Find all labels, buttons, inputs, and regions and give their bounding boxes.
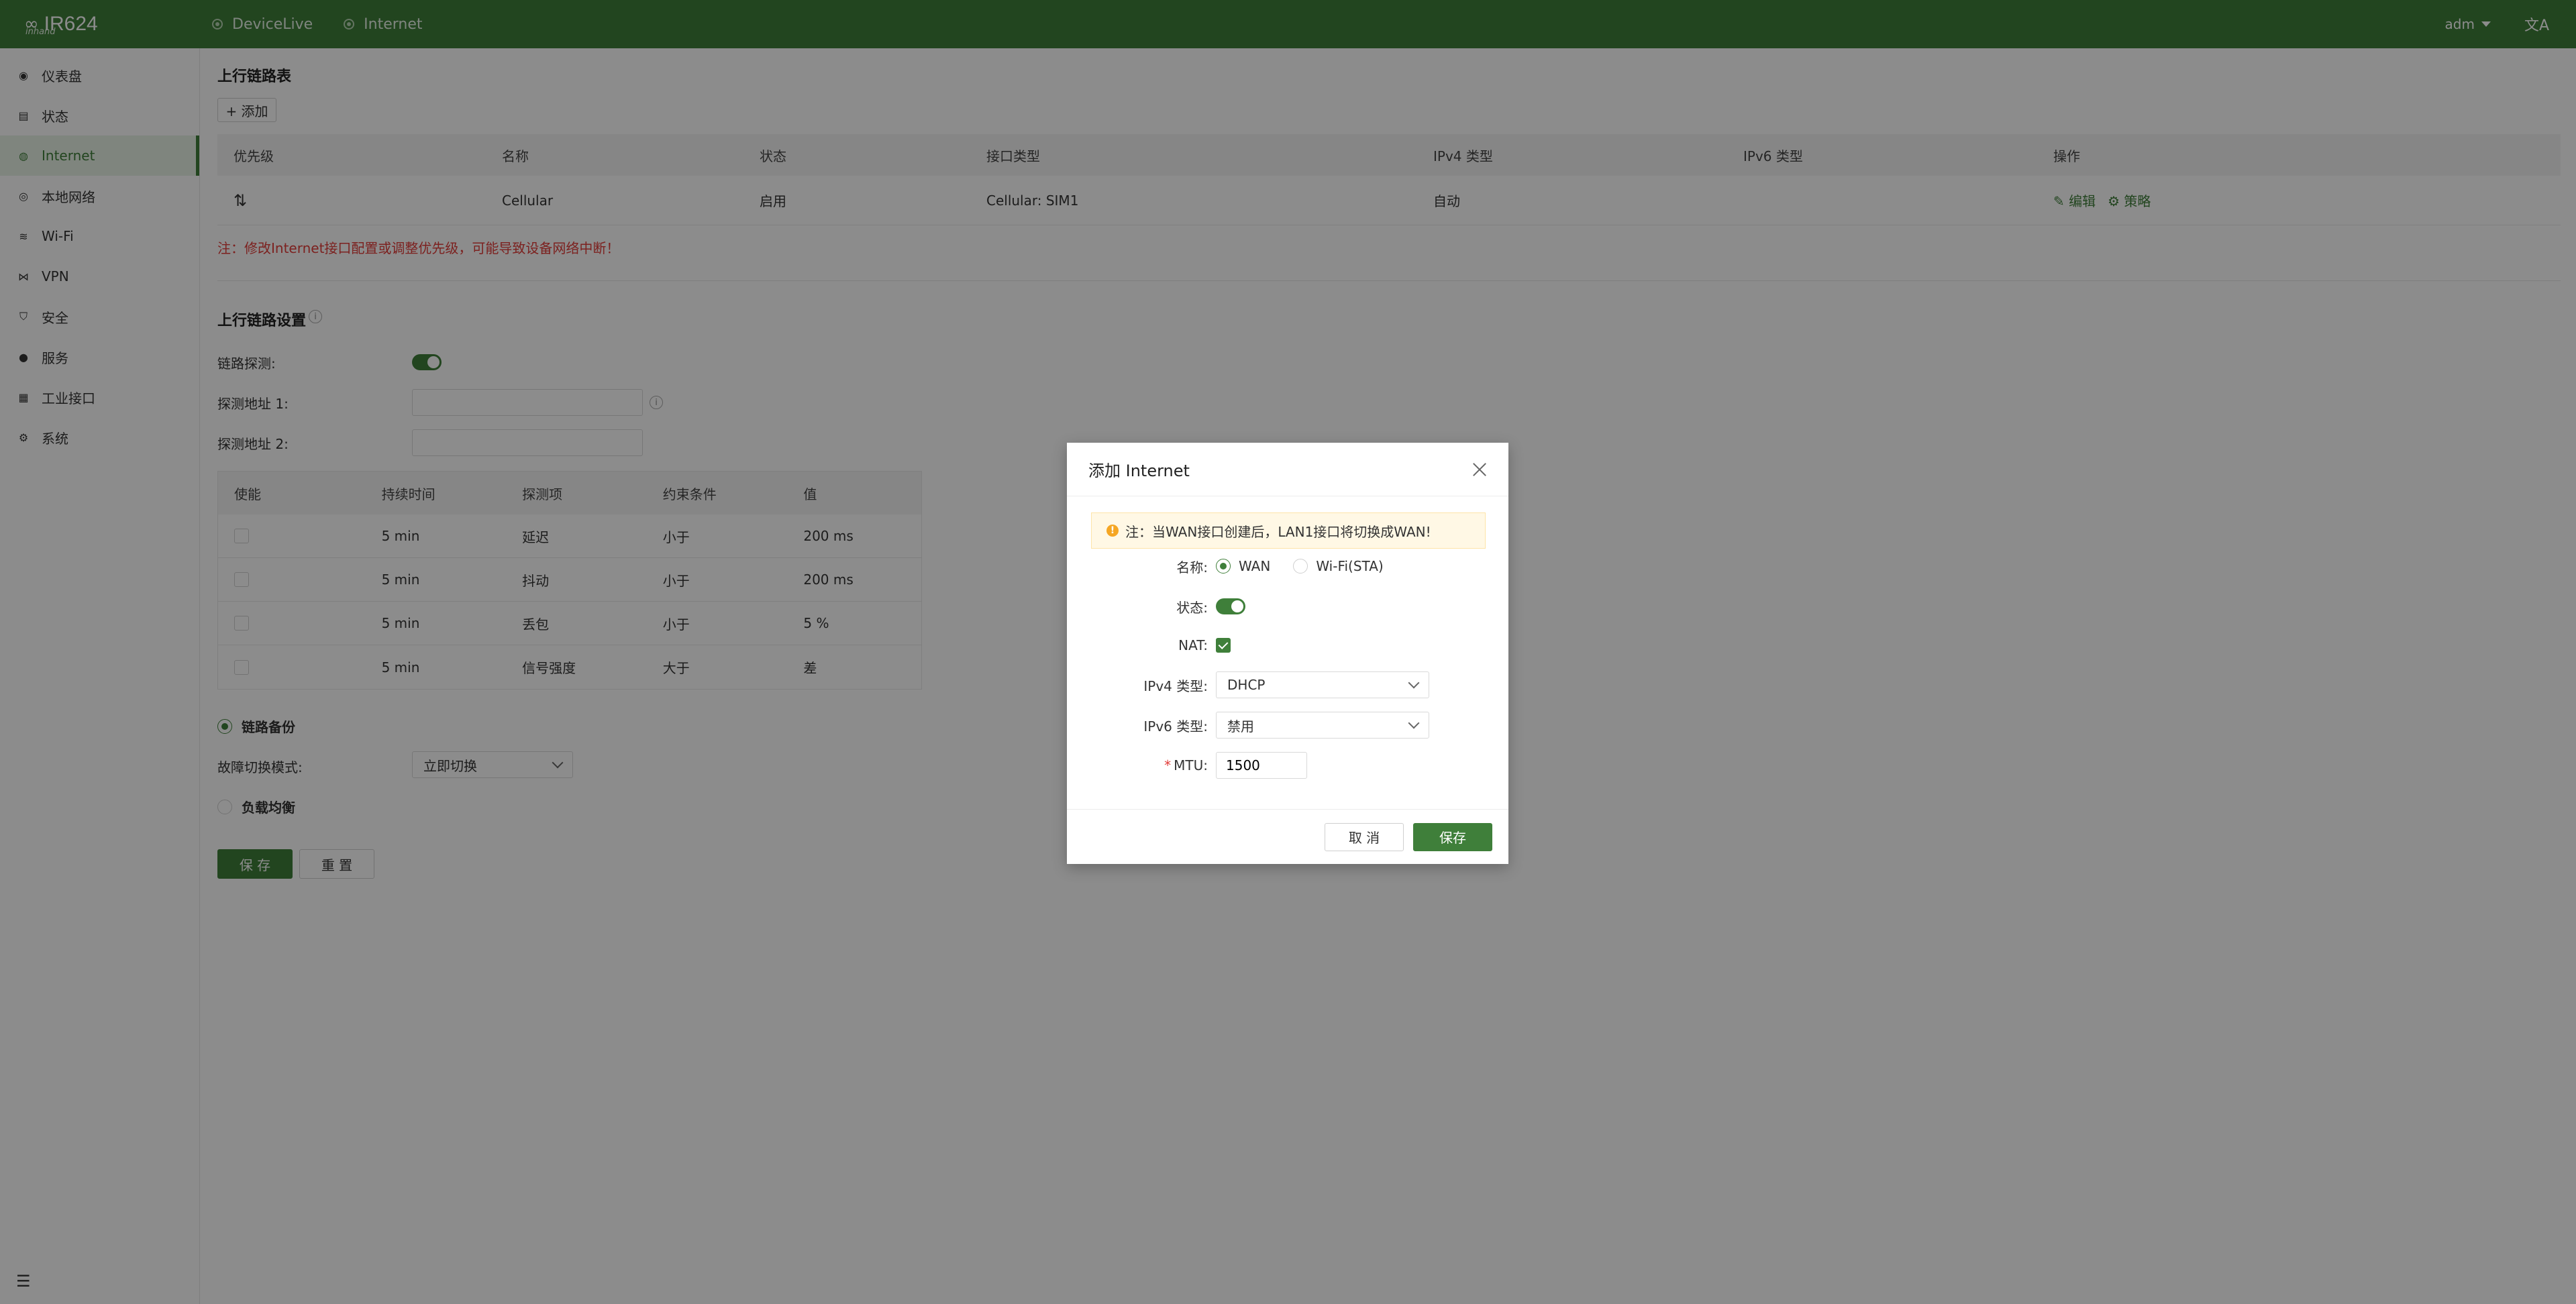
modal-footer: 取 消 保存 (1067, 809, 1508, 864)
modal-title: 添加 Internet (1088, 461, 1190, 480)
name-label: 名称: (1176, 559, 1208, 576)
ipv6-type-select[interactable]: 禁用 (1216, 712, 1429, 739)
ipv6-label: IPv6 类型: (1143, 718, 1208, 735)
warning-icon: ! (1106, 525, 1119, 537)
alert-text: 注：当WAN接口创建后，LAN1接口将切换成WAN! (1125, 523, 1431, 540)
name-row: 名称: WAN Wi-Fi(STA) (1067, 554, 1384, 578)
modal-save-button[interactable]: 保存 (1413, 822, 1492, 851)
status-row: 状态: (1067, 594, 1245, 618)
name-option-wan[interactable]: WAN (1216, 558, 1270, 574)
name-option-wifi-sta[interactable]: Wi-Fi(STA) (1293, 558, 1384, 574)
cancel-button[interactable]: 取 消 (1325, 822, 1404, 851)
ipv6-row: IPv6 类型: 禁用 (1067, 711, 1429, 739)
chevron-down-icon (1408, 717, 1420, 729)
ipv4-row: IPv4 类型: DHCP (1067, 671, 1429, 699)
wifi-sta-label: Wi-Fi(STA) (1316, 558, 1384, 574)
required-mark: * (1164, 757, 1172, 773)
mtu-row: * MTU: (1067, 751, 1307, 779)
nat-row: NAT: (1067, 633, 1231, 657)
nat-label: NAT: (1178, 637, 1208, 653)
add-internet-modal: 添加 Internet ! 注：当WAN接口创建后，LAN1接口将切换成WAN!… (1067, 443, 1508, 864)
ipv6-type-value: 禁用 (1227, 718, 1254, 735)
chevron-down-icon (1408, 677, 1420, 689)
status-label: 状态: (1176, 599, 1208, 616)
wifi-sta-radio[interactable] (1293, 559, 1308, 574)
close-icon[interactable] (1472, 462, 1487, 477)
mtu-label: MTU: (1174, 757, 1208, 773)
nat-checkbox[interactable] (1216, 638, 1231, 653)
wan-radio[interactable] (1216, 559, 1231, 574)
wan-alert: ! 注：当WAN接口创建后，LAN1接口将切换成WAN! (1091, 512, 1486, 549)
mtu-input[interactable] (1216, 752, 1307, 779)
ipv4-type-select[interactable]: DHCP (1216, 671, 1429, 698)
wan-label: WAN (1239, 558, 1271, 574)
mtu-label-wrap: * MTU: (1067, 757, 1216, 773)
ipv4-type-value: DHCP (1227, 677, 1266, 693)
status-switch[interactable] (1216, 598, 1245, 614)
ipv4-label: IPv4 类型: (1143, 677, 1208, 694)
modal-header: 添加 Internet (1067, 443, 1508, 496)
